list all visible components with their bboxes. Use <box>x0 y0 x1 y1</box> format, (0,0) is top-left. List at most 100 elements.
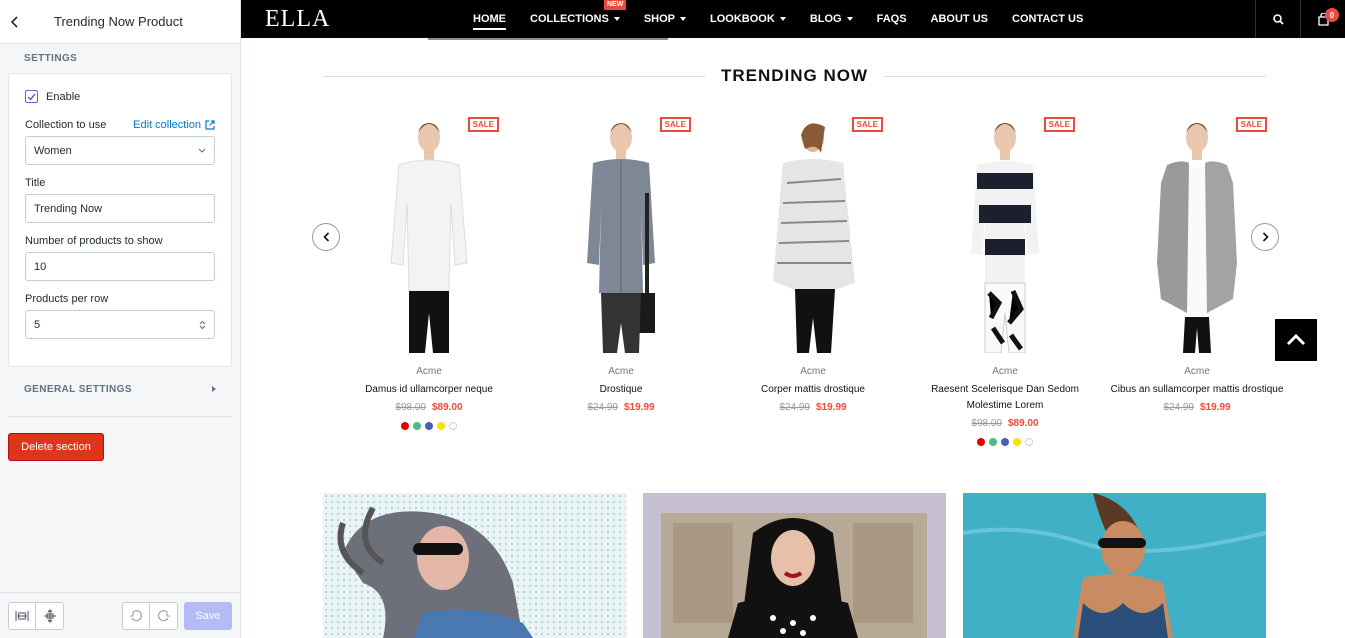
color-swatch-yellow[interactable] <box>437 422 445 430</box>
caret-down-icon <box>680 17 687 21</box>
edit-collection-link[interactable]: Edit collection <box>133 119 215 131</box>
chevron-left-icon <box>322 232 329 242</box>
theme-editor-sidebar: Trending Now Product SETTINGS Enable Col… <box>0 0 241 638</box>
undo-icon <box>130 609 142 621</box>
menu-item-home[interactable]: HOME <box>473 0 506 38</box>
redo-icon <box>157 609 170 621</box>
collection-label: Collection to use <box>25 119 107 131</box>
menu-label: LOOKBOOK <box>710 13 775 25</box>
color-swatch-blue[interactable] <box>1001 438 1009 446</box>
store-preview: ELLA HOME COLLECTIONS NEW SHOP LOOKBOOK … <box>241 0 1345 638</box>
menu-item-about-us[interactable]: ABOUT US <box>931 0 988 38</box>
menu-item-blog[interactable]: BLOG <box>810 0 853 38</box>
color-swatch-white[interactable] <box>1025 438 1033 446</box>
product-price: $24.99 $19.99 <box>1101 402 1293 413</box>
product-image[interactable] <box>717 113 909 353</box>
sidebar-header: Trending Now Product <box>0 0 240 44</box>
menu-item-faqs[interactable]: FAQS <box>877 0 907 38</box>
heading-line-left <box>323 75 705 77</box>
color-swatches <box>909 438 1101 446</box>
product-title[interactable]: Cibus an sullamcorper mattis drostique <box>1101 382 1293 398</box>
product-card[interactable]: SALE Acme Drostique $24.99 $19.99 <box>525 113 717 446</box>
sale-price: $19.99 <box>816 402 847 413</box>
inspector-button[interactable] <box>36 601 64 630</box>
product-title[interactable]: Damus id ullamcorper neque <box>333 382 525 398</box>
banner-image[interactable] <box>643 493 946 638</box>
collection-select[interactable]: Women <box>25 136 215 165</box>
banner-image[interactable] <box>963 493 1266 638</box>
search-button[interactable] <box>1255 0 1300 38</box>
collection-label-row: Collection to use Edit collection <box>25 119 215 131</box>
per-row-select[interactable]: 5 <box>25 310 215 339</box>
store-logo[interactable]: ELLA <box>265 6 330 33</box>
color-swatch-blue[interactable] <box>425 422 433 430</box>
product-image[interactable] <box>333 113 525 353</box>
undo-button[interactable] <box>122 601 150 630</box>
up-down-chevron-icon <box>199 320 206 329</box>
per-row-select-value: 5 <box>34 318 41 331</box>
product-card[interactable]: SALE Acme Cibus an sullamcorper mattis d… <box>1101 113 1293 446</box>
sale-badge: SALE <box>1043 117 1075 132</box>
product-vendor: Acme <box>416 366 442 377</box>
collection-select-value: Women <box>34 144 72 157</box>
general-settings-label: GENERAL SETTINGS <box>24 383 132 395</box>
product-vendor: Acme <box>800 366 826 377</box>
save-button[interactable]: Save <box>184 601 232 630</box>
color-swatch-white[interactable] <box>449 422 457 430</box>
title-input[interactable]: Trending Now <box>25 194 215 223</box>
per-row-label: Products per row <box>25 293 215 305</box>
menu-item-contact-us[interactable]: CONTACT US <box>1012 0 1083 38</box>
edit-collection-text: Edit collection <box>133 119 201 131</box>
menu-item-shop[interactable]: SHOP <box>643 0 687 38</box>
menu-label: ABOUT US <box>930 13 988 25</box>
product-title[interactable]: Corper mattis drostique <box>717 382 909 398</box>
color-swatch-green[interactable] <box>989 438 997 446</box>
sale-price: $19.99 <box>1200 402 1231 413</box>
count-input[interactable]: 10 <box>25 252 215 281</box>
redo-button[interactable] <box>150 601 178 630</box>
menu-label: HOME <box>473 8 506 30</box>
banner-image[interactable] <box>323 493 626 638</box>
delete-section-button[interactable]: Delete section <box>8 433 104 461</box>
menu-label: FAQS <box>876 13 907 25</box>
menu-item-lookbook[interactable]: LOOKBOOK <box>710 0 786 38</box>
caret-down-icon <box>613 17 620 21</box>
product-price: $98.00 $89.00 <box>909 418 1101 429</box>
product-card[interactable]: SALE Acme Damus id ullamcorper neque $98… <box>333 113 525 446</box>
inspector-icon <box>43 608 56 623</box>
product-title[interactable]: Drostique <box>525 382 717 398</box>
fit-width-button[interactable] <box>8 601 36 630</box>
title-input-value: Trending Now <box>34 202 103 215</box>
product-image[interactable] <box>525 113 717 353</box>
product-image[interactable] <box>1101 113 1293 353</box>
menu-item-collections[interactable]: COLLECTIONS NEW <box>530 0 627 38</box>
product-image[interactable] <box>909 113 1101 353</box>
per-row-label-text: Products per row <box>25 293 109 305</box>
color-swatch-green[interactable] <box>413 422 421 430</box>
menu-label: BLOG <box>809 13 842 25</box>
color-swatch-yellow[interactable] <box>1013 438 1021 446</box>
fit-width-icon <box>15 610 29 621</box>
product-card[interactable]: SALE Acme Raesent Scelerisque Dan Sedom … <box>909 113 1101 446</box>
color-swatch-red[interactable] <box>977 438 985 446</box>
compare-price: $98.00 <box>395 402 426 413</box>
title-label-text: Title <box>25 177 46 189</box>
compare-price: $24.99 <box>587 402 618 413</box>
product-vendor: Acme <box>1184 366 1210 377</box>
product-title[interactable]: Raesent Scelerisque Dan Sedom Molestime … <box>909 382 1101 414</box>
enable-checkbox-row[interactable]: Enable <box>25 90 215 103</box>
menu-label: SHOP <box>643 13 676 25</box>
enable-checkbox[interactable] <box>25 90 38 103</box>
back-to-top-button[interactable] <box>1275 319 1317 361</box>
product-vendor: Acme <box>992 366 1018 377</box>
sale-badge: SALE <box>659 117 691 132</box>
back-button[interactable] <box>0 0 30 44</box>
chevron-down-icon <box>198 148 206 153</box>
cart-button[interactable]: 0 <box>1300 0 1345 38</box>
general-settings-accordion[interactable]: GENERAL SETTINGS <box>0 381 240 397</box>
product-card[interactable]: SALE Acme Corper mattis drostique $24.99… <box>717 113 909 446</box>
color-swatch-red[interactable] <box>401 422 409 430</box>
new-badge: NEW <box>604 0 627 10</box>
count-label: Number of products to show <box>25 235 215 247</box>
enable-label: Enable <box>46 90 81 103</box>
